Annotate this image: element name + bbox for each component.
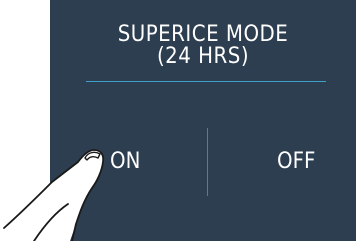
title-line-1: SUPERICE MODE (117, 22, 289, 47)
page-title: SUPERICE MODE (24 HRS) (50, 24, 356, 68)
title-line-2: (24 HRS) (156, 44, 250, 69)
options-divider (207, 128, 208, 196)
off-button[interactable]: OFF (273, 149, 319, 175)
title-divider (86, 81, 326, 82)
on-button[interactable]: ON (106, 149, 144, 175)
superice-mode-panel: SUPERICE MODE (24 HRS) ON OFF (50, 0, 356, 241)
screen: SUPERICE MODE (24 HRS) ON OFF (0, 0, 356, 241)
